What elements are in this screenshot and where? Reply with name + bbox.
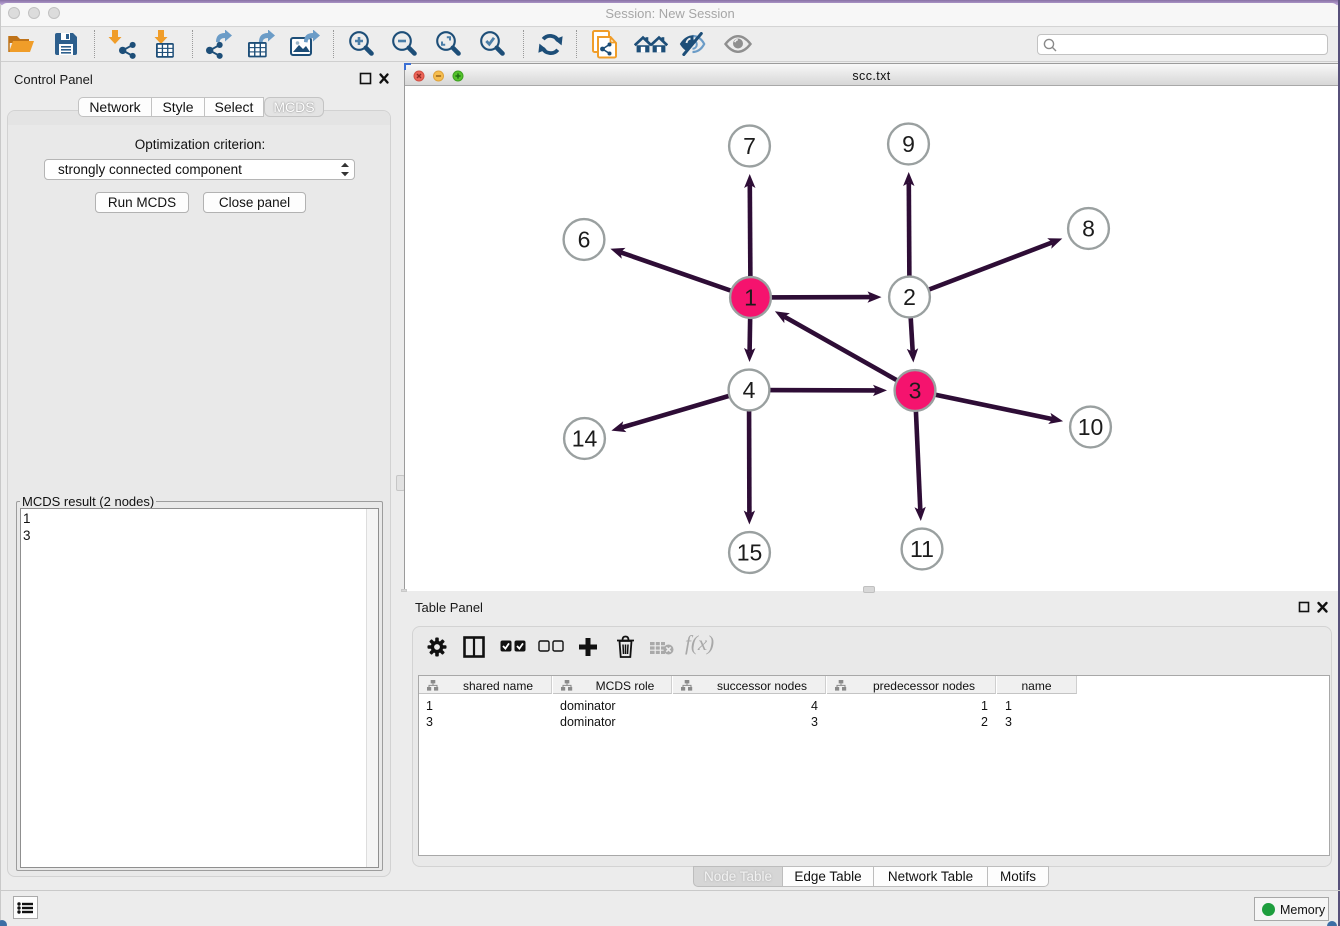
svg-text:11: 11 [910, 536, 934, 562]
svg-text:14: 14 [572, 426, 598, 452]
svg-text:1: 1 [744, 285, 757, 311]
svg-text:2: 2 [903, 284, 916, 310]
svg-text:15: 15 [737, 540, 763, 566]
svg-text:9: 9 [902, 131, 915, 157]
svg-text:3: 3 [909, 378, 922, 404]
svg-text:4: 4 [743, 377, 756, 403]
svg-text:8: 8 [1082, 216, 1095, 242]
svg-text:10: 10 [1078, 414, 1104, 440]
svg-text:7: 7 [743, 133, 756, 159]
svg-text:6: 6 [578, 227, 591, 253]
